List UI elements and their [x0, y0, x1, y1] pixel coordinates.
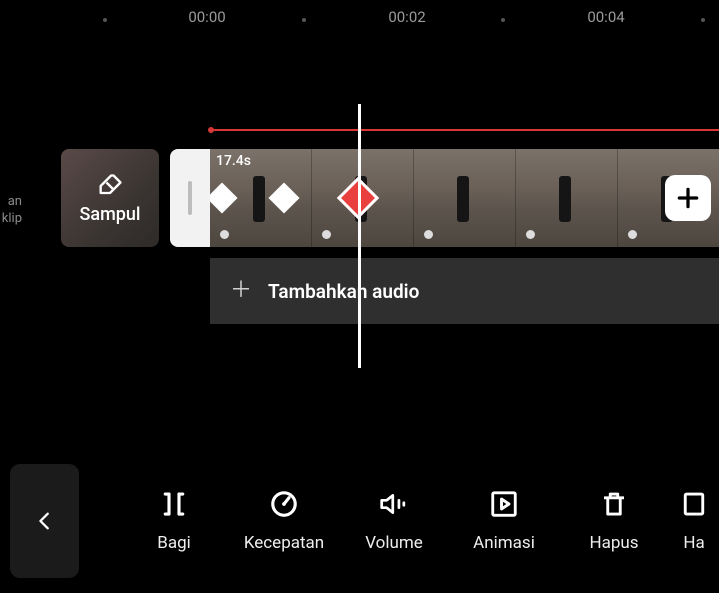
tool-next-partial[interactable]: Ha: [669, 489, 719, 553]
plus-icon: ＋: [230, 280, 252, 302]
back-button[interactable]: [10, 464, 79, 578]
clip-top-edge: [210, 129, 719, 131]
tool-speed[interactable]: Kecepatan: [229, 489, 339, 553]
tool-icon: [679, 489, 709, 519]
clip-frames[interactable]: 17.4s: [210, 149, 719, 247]
tool-label: Animasi: [473, 533, 535, 553]
ruler-label: 00:02: [388, 8, 425, 26]
ruler-label: 00:00: [188, 8, 225, 26]
video-clip[interactable]: 17.4s: [170, 149, 719, 247]
cover-label: Sampul: [80, 204, 141, 225]
cover-thumbnail[interactable]: Sampul: [61, 149, 159, 247]
tool-label: Volume: [365, 533, 423, 553]
add-audio-row[interactable]: ＋ Tambahkan audio: [210, 258, 719, 324]
add-clip-button[interactable]: [665, 175, 711, 221]
bottom-toolbar: Bagi Kecepatan Volume Animasi Hapus: [0, 448, 719, 593]
clip-duration-badge: 17.4s: [216, 153, 251, 169]
split-icon: [159, 489, 189, 519]
ruler-tick: [302, 18, 306, 22]
tool-split[interactable]: Bagi: [119, 489, 229, 553]
chevron-left-icon: [34, 510, 56, 532]
tool-label: Hapus: [589, 533, 638, 553]
tool-label: Kecepatan: [244, 533, 324, 553]
add-audio-label: Tambahkan audio: [268, 280, 419, 303]
tool-label: Ha: [683, 533, 704, 553]
plus-icon: [675, 185, 701, 211]
ruler-label: 00:04: [587, 8, 624, 26]
playhead[interactable]: [358, 104, 361, 368]
clip-trim-handle-left[interactable]: [170, 149, 210, 247]
add-clip-label-partial: an klip: [0, 194, 22, 228]
speed-icon: [269, 489, 299, 519]
tool-animation[interactable]: Animasi: [449, 489, 559, 553]
trash-icon: [599, 489, 629, 519]
volume-icon: [378, 489, 410, 519]
animation-icon: [489, 489, 519, 519]
tool-label: Bagi: [157, 533, 191, 553]
tool-volume[interactable]: Volume: [339, 489, 449, 553]
time-ruler[interactable]: 00:00 00:02 00:04: [0, 0, 719, 36]
tool-delete[interactable]: Hapus: [559, 489, 669, 553]
ruler-tick: [103, 18, 107, 22]
ruler-tick: [701, 18, 705, 22]
ruler-tick: [501, 18, 505, 22]
eraser-icon: [96, 172, 124, 200]
